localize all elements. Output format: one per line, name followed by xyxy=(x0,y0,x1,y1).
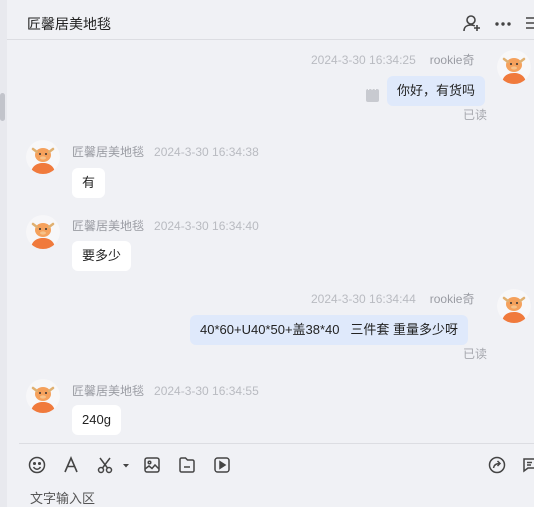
message-bubble: 240g xyxy=(72,405,121,435)
message-bubble: 有 xyxy=(72,168,106,198)
message-sender: 匠馨居美地毯 xyxy=(72,384,145,398)
message-time: 2024-3-30 16:34:44 xyxy=(311,292,416,306)
video-icon[interactable] xyxy=(212,455,232,475)
message-time: 2024-3-30 16:34:40 xyxy=(154,219,259,233)
message-time: 2024-3-30 16:34:25 xyxy=(311,53,416,67)
scissors-icon[interactable] xyxy=(96,455,116,475)
chat-title: 匠馨居美地毯 xyxy=(27,16,111,32)
message-bubble: 40*60+U40*50+盖38*40 三件套 重量多少呀 xyxy=(190,315,468,345)
chevron-down-icon[interactable] xyxy=(116,455,129,475)
avatar[interactable] xyxy=(26,379,60,413)
image-icon[interactable] xyxy=(142,455,162,475)
avatar[interactable] xyxy=(26,140,60,174)
message-meta: 匠馨居美地毯 2024-3-30 16:34:38 xyxy=(72,143,259,160)
message-meta: 匠馨居美地毯 2024-3-30 16:34:55 xyxy=(72,382,259,399)
emoji-icon[interactable] xyxy=(27,455,47,475)
message-sender: rookie奇 xyxy=(429,53,475,67)
message-sender: 匠馨居美地毯 xyxy=(72,145,145,159)
avatar[interactable] xyxy=(497,50,531,84)
avatar[interactable] xyxy=(26,215,60,249)
message-sender: rookie奇 xyxy=(429,292,475,306)
read-status: 已读 xyxy=(463,108,488,122)
share-icon[interactable] xyxy=(487,455,507,475)
input-divider xyxy=(19,443,534,444)
message-meta: 2024-3-30 16:34:25 rookie奇 xyxy=(311,51,474,68)
avatar[interactable] xyxy=(497,289,531,323)
message-options-icon[interactable] xyxy=(366,84,379,102)
left-panel-edge xyxy=(0,0,7,507)
add-user-icon[interactable] xyxy=(462,13,482,33)
scrollbar-thumb[interactable] xyxy=(0,93,5,121)
message-sender: 匠馨居美地毯 xyxy=(72,219,145,233)
message-time: 2024-3-30 16:34:55 xyxy=(154,384,259,398)
chat-icon[interactable] xyxy=(521,455,534,475)
message-bubble: 要多少 xyxy=(72,241,132,271)
message-time: 2024-3-30 16:34:38 xyxy=(154,145,259,159)
more-icon[interactable] xyxy=(493,13,513,33)
message-bubble: 你好，有货吗 xyxy=(387,76,486,106)
chat-header: 匠馨居美地毯 xyxy=(7,0,534,40)
file-icon[interactable] xyxy=(177,455,197,475)
message-meta: 2024-3-30 16:34:44 rookie奇 xyxy=(311,290,474,307)
read-status: 已读 xyxy=(463,347,488,361)
chat-window: 匠馨居美地毯 2024-3-30 16:34:25 rookie奇 ··· 你好… xyxy=(0,0,534,507)
menu-icon[interactable] xyxy=(523,13,534,33)
message-input[interactable] xyxy=(30,489,520,507)
message-meta: 匠馨居美地毯 2024-3-30 16:34:40 xyxy=(72,217,259,234)
font-icon[interactable] xyxy=(61,455,81,475)
